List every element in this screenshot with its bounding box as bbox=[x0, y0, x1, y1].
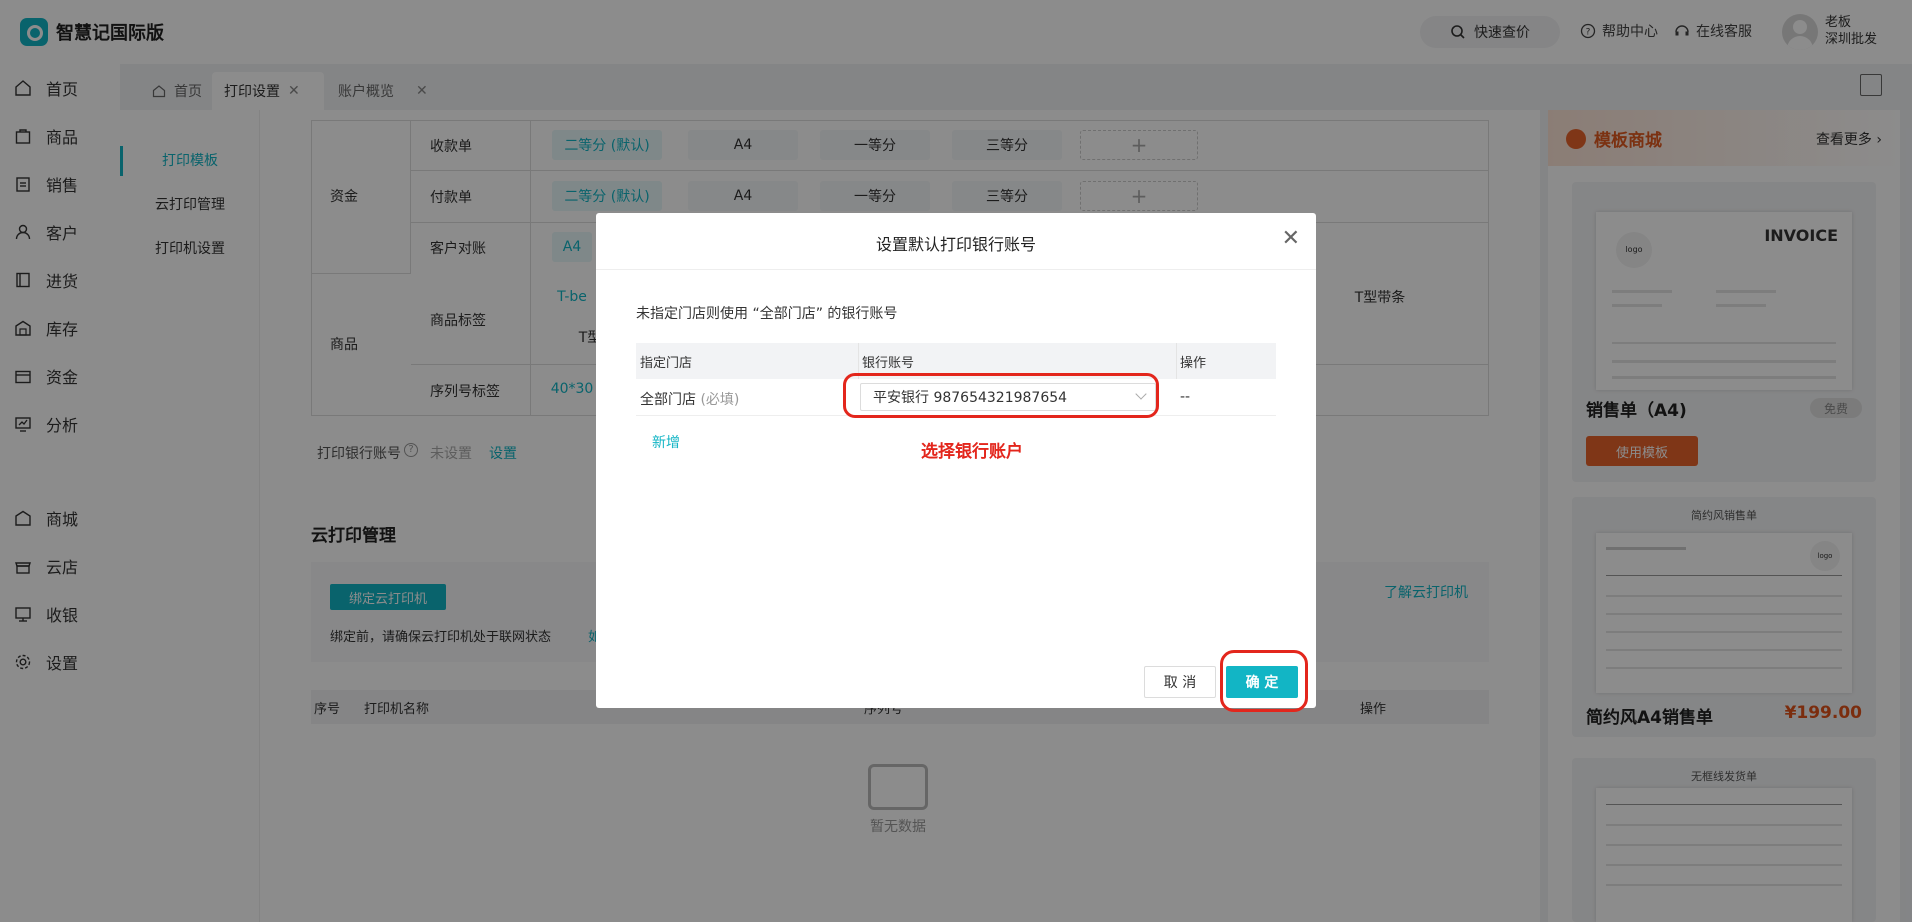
add-row-link[interactable]: 新增 bbox=[652, 432, 680, 452]
bank-account-dialog: 设置默认打印银行账号 ✕ 未指定门店则使用 “全部门店” 的银行账号 指定门店 … bbox=[596, 213, 1316, 712]
store-name: 全部门店 bbox=[640, 392, 696, 408]
annotation-label: 选择银行账户 bbox=[921, 442, 1023, 462]
store-cell: 全部门店 (必填) bbox=[640, 389, 739, 409]
column-header: 操作 bbox=[1180, 356, 1207, 371]
required-hint: (必填) bbox=[700, 392, 740, 408]
annotation-highlight bbox=[843, 373, 1159, 418]
column-header: 银行账号 bbox=[862, 356, 915, 371]
column-divider bbox=[1176, 343, 1177, 379]
cancel-button[interactable]: 取 消 bbox=[1144, 666, 1216, 698]
annotation-highlight bbox=[1220, 650, 1308, 712]
column-header: 指定门店 bbox=[640, 356, 693, 371]
dialog-hint: 未指定门店则使用 “全部门店” 的银行账号 bbox=[636, 306, 898, 322]
dialog-divider bbox=[596, 269, 1316, 270]
row-operation: -- bbox=[1180, 389, 1191, 405]
close-icon[interactable]: ✕ bbox=[1282, 228, 1300, 250]
dialog-title: 设置默认打印银行账号 bbox=[875, 235, 1036, 254]
